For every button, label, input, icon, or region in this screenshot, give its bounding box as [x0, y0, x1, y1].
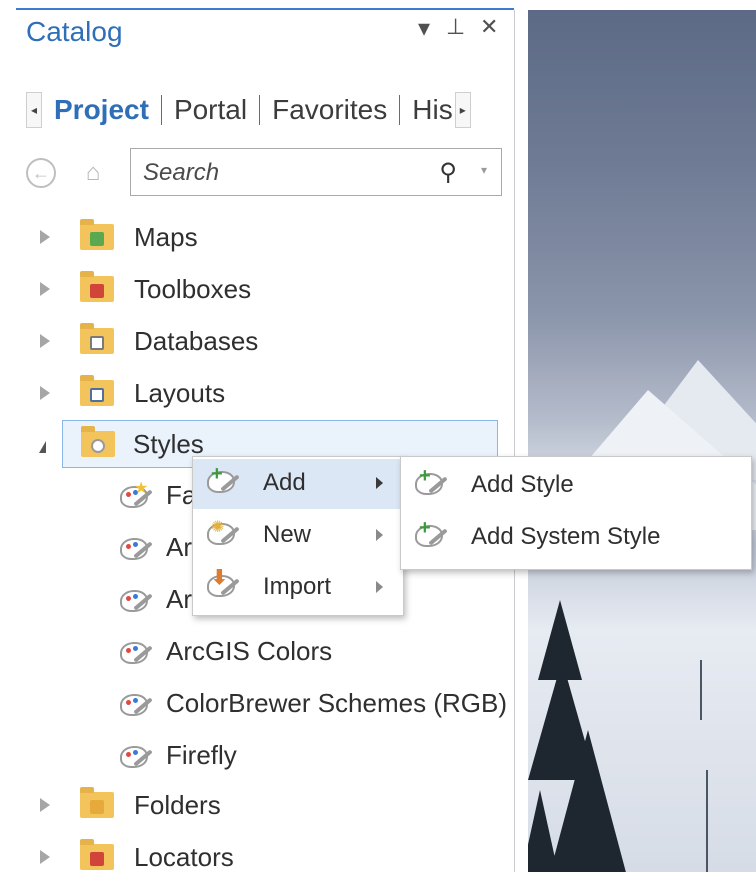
style-item-firefly[interactable]: Firefly: [118, 732, 518, 780]
style-item-arcgis-colors[interactable]: ArcGIS Colors: [118, 628, 518, 676]
tree-item-locators[interactable]: Locators: [26, 834, 502, 882]
tree-item-databases[interactable]: Databases: [26, 318, 502, 366]
submenu-arrow-icon: [376, 529, 383, 541]
tabs-scroll-left-button[interactable]: ◂: [26, 92, 42, 128]
tree-item-label: Databases: [134, 326, 259, 356]
folders-folder-icon: [80, 787, 114, 818]
tree-item-toolboxes[interactable]: Toolboxes: [26, 266, 502, 314]
style-item-label: Ar: [166, 584, 192, 614]
style-icon: [118, 690, 153, 718]
tab-history[interactable]: His: [400, 94, 454, 126]
tree-item-folders[interactable]: Folders: [26, 782, 502, 830]
style-icon: [118, 534, 153, 562]
search-icon[interactable]: ⚲: [439, 158, 457, 187]
expand-arrow-icon[interactable]: [40, 850, 50, 864]
menu-item-label: Add System Style: [471, 523, 661, 550]
tree-item-layouts[interactable]: Layouts: [26, 370, 502, 418]
search-dropdown-icon[interactable]: ▾: [481, 163, 487, 177]
menu-item-label: Import: [263, 573, 332, 600]
tree-item-label: Toolboxes: [134, 274, 252, 304]
styles-folder-icon: [81, 426, 115, 457]
menu-item-label: Add: [263, 469, 306, 496]
tree-item-label: Locators: [134, 842, 234, 872]
menu-item-add-style[interactable]: + Add Style: [401, 461, 749, 511]
menu-item-add[interactable]: + Add: [193, 459, 401, 509]
style-item-colorbrewer[interactable]: ColorBrewer Schemes (RGB): [118, 680, 518, 728]
pin-icon[interactable]: ⊥: [446, 14, 465, 40]
import-style-icon: ⬇: [205, 567, 241, 605]
search-input[interactable]: [141, 157, 425, 189]
tab-favorites[interactable]: Favorites: [260, 94, 399, 126]
toolbox-folder-icon: [80, 271, 114, 302]
expand-arrow-icon[interactable]: [40, 798, 50, 812]
database-folder-icon: [80, 323, 114, 354]
tree-item-maps[interactable]: Maps: [26, 214, 502, 262]
pane-title: Catalog: [26, 16, 123, 47]
tab-project[interactable]: Project: [42, 94, 161, 126]
navigation-bar: ← ⌂ ⚲ ▾: [26, 146, 502, 198]
context-menu: + Add ✺ New ⬇ Import: [192, 456, 404, 616]
close-icon[interactable]: ✕: [480, 14, 498, 40]
add-style-icon: +: [205, 463, 241, 501]
tree-item-label: Layouts: [134, 378, 226, 408]
menu-item-import[interactable]: ⬇ Import: [193, 563, 401, 613]
home-icon[interactable]: ⌂: [78, 158, 108, 188]
style-icon: [118, 742, 153, 770]
add-submenu: + Add Style + Add System Style: [400, 456, 752, 570]
expand-arrow-icon[interactable]: [40, 230, 50, 244]
collapse-arrow-icon[interactable]: [39, 441, 46, 453]
menu-item-label: New: [263, 521, 312, 548]
style-item-label: Ar: [166, 532, 192, 562]
style-item-label: Firefly: [166, 740, 237, 770]
favorites-style-icon: ★: [118, 480, 153, 510]
add-style-icon: +: [413, 465, 449, 503]
submenu-arrow-icon: [376, 477, 383, 489]
search-box: ⚲ ▾: [130, 148, 502, 196]
catalog-tabs: ◂ Project Portal Favorites His ▸: [26, 90, 502, 130]
tree-item-label: Folders: [134, 790, 221, 820]
style-icon: [118, 586, 153, 614]
map-folder-icon: [80, 219, 114, 250]
style-item-label: ColorBrewer Schemes (RGB): [166, 688, 507, 718]
background-photo: [528, 10, 756, 872]
locators-folder-icon: [80, 839, 114, 870]
back-icon[interactable]: ←: [26, 158, 56, 188]
expand-arrow-icon[interactable]: [40, 282, 50, 296]
tabs-scroll-right-button[interactable]: ▸: [454, 92, 471, 128]
menu-item-new[interactable]: ✺ New: [193, 511, 401, 561]
pane-menu-icon[interactable]: ▾: [418, 14, 430, 43]
submenu-arrow-icon: [376, 581, 383, 593]
expand-arrow-icon[interactable]: [40, 386, 50, 400]
tree-item-label: Maps: [134, 222, 198, 252]
new-style-icon: ✺: [205, 519, 241, 553]
style-icon: [118, 638, 153, 666]
expand-arrow-icon[interactable]: [40, 334, 50, 348]
menu-item-add-system-style[interactable]: + Add System Style: [401, 513, 749, 563]
layout-folder-icon: [80, 375, 114, 406]
menu-item-label: Add Style: [471, 471, 574, 498]
add-system-style-icon: +: [413, 517, 449, 555]
tab-portal[interactable]: Portal: [162, 94, 259, 126]
style-item-label: ArcGIS Colors: [166, 636, 333, 666]
